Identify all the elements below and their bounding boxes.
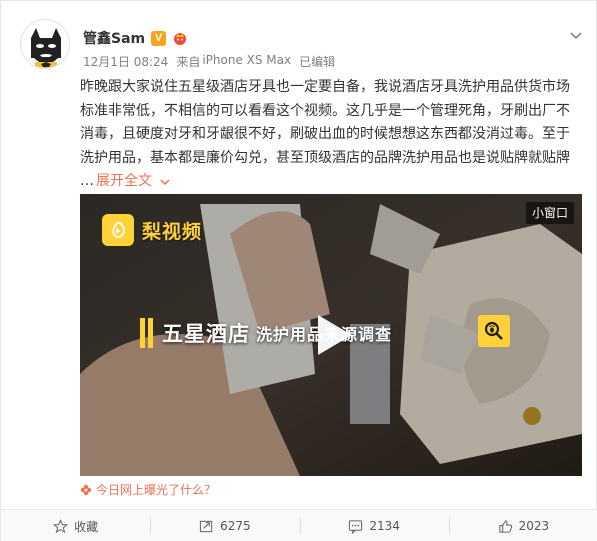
batman-avatar-icon (21, 20, 69, 68)
post-text: 昨晚跟大家说住五星级酒店牙具也一定要自备，我说酒店牙具洗护用品供货市场 标准非常… (80, 76, 585, 194)
footprint-magnifier-icon (478, 315, 510, 347)
ellipsis: … (80, 173, 94, 189)
topic-label[interactable]: 今日网上曝光了什么？ (96, 481, 216, 498)
video-player[interactable]: 小窗口 梨视频 五星酒店 洗护用品来源调查 (80, 194, 582, 476)
repost-icon (199, 520, 213, 532)
pear-video-logo: 梨视频 (102, 214, 202, 246)
like-count: 2023 (518, 519, 550, 533)
comment-icon (349, 519, 363, 534)
edited-label[interactable]: 已编辑 (299, 53, 335, 70)
repost-count: 6275 (220, 519, 251, 533)
thumbs-up-icon (498, 519, 512, 533)
author-row: 管鑫Sam V (83, 28, 188, 48)
star-icon (53, 518, 69, 533)
favorite-label: 收藏 (74, 519, 99, 534)
post-text-line: 消毒，且硬度对牙和牙龈很不好，刷破出血的时候想想这东西都没消过毒。至于 (80, 126, 570, 142)
favorite-button[interactable]: 收藏 (1, 510, 150, 541)
post-date[interactable]: 12月1日 08:24 (83, 53, 168, 70)
chevron-down-icon[interactable] (568, 27, 584, 43)
source-prefix: 来自 (176, 55, 201, 69)
play-icon[interactable] (314, 313, 354, 357)
expand-full-text-link[interactable]: 展开全文 (96, 170, 152, 194)
action-bar: 收藏 6275 2134 2023 (1, 509, 597, 541)
post-meta: 12月1日 08:24 来自 iPhone XS Max 已编辑 (83, 53, 335, 70)
topic-link[interactable]: 今日网上曝光了什么？ (80, 481, 216, 498)
post-text-line: 洗护用品，基本都是廉价勾兑，甚至顶级酒店的品牌洗护用品也是说贴牌就贴牌 (80, 149, 570, 166)
member-crown-icon (174, 33, 187, 45)
expand-chevron-icon[interactable] (158, 175, 172, 189)
repost-button[interactable]: 6275 (150, 510, 299, 541)
post-text-line: 标准非常低，不相信的可以看看这个视频。这几乎是一个管理死角，牙刷出厂不 (80, 102, 570, 119)
expand-row: … 展开全文 (80, 170, 585, 194)
pear-logo-text: 梨视频 (142, 220, 203, 243)
author-name[interactable]: 管鑫Sam (83, 28, 145, 48)
post-source[interactable]: iPhone XS Max (202, 53, 291, 70)
banner-big-text: 五星酒店 (162, 322, 250, 346)
topic-flower-icon (80, 484, 92, 495)
like-button[interactable]: 2023 (448, 510, 597, 541)
mini-window-button[interactable]: 小窗口 (525, 202, 574, 224)
verified-badge: V (151, 30, 167, 46)
pear-logo-icon (102, 214, 134, 246)
post-text-line: 昨晚跟大家说住五星级酒店牙具也一定要自备，我说酒店牙具洗护用品供货市场 (80, 79, 570, 95)
comment-button[interactable]: 2134 (299, 510, 449, 541)
avatar[interactable] (20, 19, 70, 69)
comment-count: 2134 (369, 519, 400, 533)
weibo-card: 管鑫Sam V 12月1日 08:24 来自 iPhone XS Max 已编辑… (0, 0, 597, 541)
